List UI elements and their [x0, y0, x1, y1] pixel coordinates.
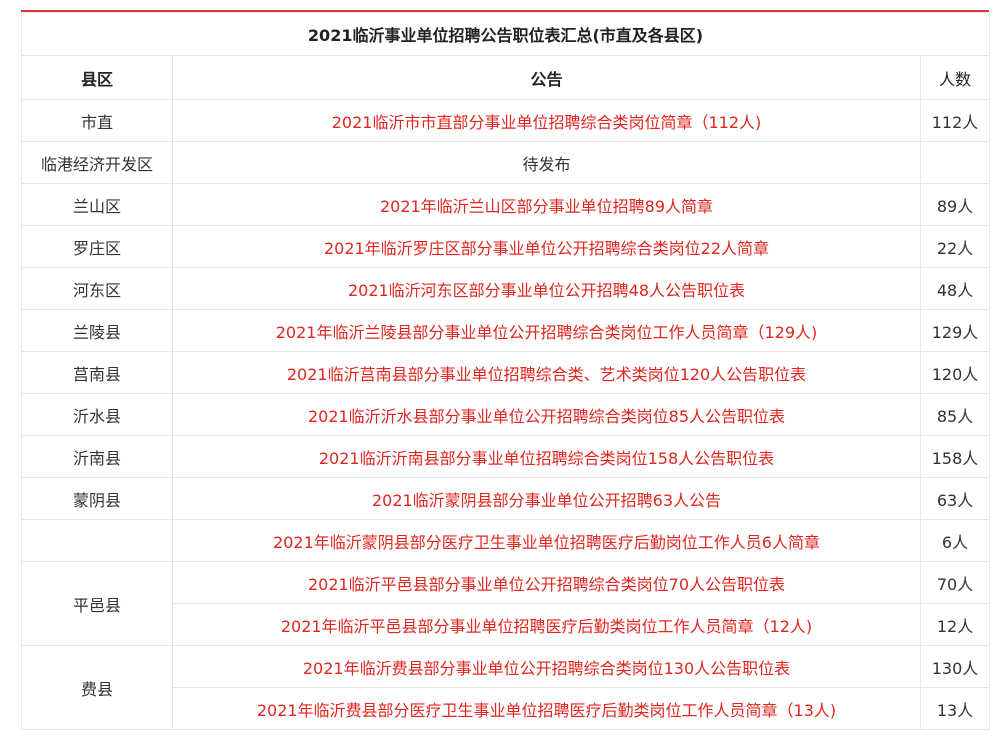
table-row: 河东区 2021临沂河东区部分事业单位公开招聘48人公告职位表 48人 [21, 267, 991, 310]
notice-cell: 2021年临沂兰山区部分事业单位招聘89人简章 [172, 183, 921, 226]
county-cell: 蒙阴县 [21, 477, 173, 520]
notice-cell: 待发布 [172, 141, 921, 184]
county-cell [21, 519, 173, 562]
count-cell: 6人 [919, 519, 991, 562]
table-row: 莒南县 2021临沂莒南县部分事业单位招聘综合类、艺术类岗位120人公告职位表 … [21, 351, 991, 394]
notice-link[interactable]: 2021临沂河东区部分事业单位公开招聘48人公告职位表 [348, 281, 745, 300]
notice-cell: 2021年临沂费县部分事业单位公开招聘综合类岗位130人公告职位表 [172, 645, 921, 688]
count-cell: 48人 [919, 267, 991, 310]
county-cell: 沂水县 [21, 393, 173, 436]
table-row: 平邑县 2021临沂平邑县部分事业单位公开招聘综合类岗位70人公告职位表 70人 [21, 561, 991, 646]
count-cell [919, 141, 991, 184]
notice-cell: 2021临沂平邑县部分事业单位公开招聘综合类岗位70人公告职位表 [172, 561, 921, 604]
table-row: 市直 2021临沂市市直部分事业单位招聘综合类岗位简章（112人) 112人 [21, 99, 991, 142]
count-cell: 89人 [919, 183, 991, 226]
table-title-row: 2021临沂事业单位招聘公告职位表汇总(市直及各县区) [20, 12, 991, 56]
notice-link[interactable]: 2021年临沂费县部分医疗卫生事业单位招聘医疗后勤类岗位工作人员简章（13人) [257, 701, 836, 720]
notice-cell: 2021临沂沂南县部分事业单位招聘综合类岗位158人公告职位表 [172, 435, 921, 478]
table-row: 兰山区 2021年临沂兰山区部分事业单位招聘89人简章 89人 [21, 183, 991, 226]
count-cell: 12人 [919, 603, 991, 646]
count-cell: 85人 [919, 393, 991, 436]
count-cell: 130人 [919, 645, 991, 688]
notice-link[interactable]: 2021年临沂费县部分事业单位公开招聘综合类岗位130人公告职位表 [303, 659, 790, 678]
county-cell: 兰陵县 [21, 309, 173, 352]
header-notice: 公告 [172, 55, 921, 100]
county-cell: 河东区 [21, 267, 173, 310]
notice-link[interactable]: 2021临沂沂水县部分事业单位公开招聘综合类岗位85人公告职位表 [308, 407, 785, 426]
table-header-row: 县区 公告 人数 [21, 55, 991, 100]
count-cell: 13人 [919, 687, 991, 730]
recruitment-summary-table: 2021临沂事业单位招聘公告职位表汇总(市直及各县区) 县区 公告 人数 市直 … [20, 12, 991, 730]
count-cell: 129人 [919, 309, 991, 352]
county-cell: 沂南县 [21, 435, 173, 478]
table-row: 沂南县 2021临沂沂南县部分事业单位招聘综合类岗位158人公告职位表 158人 [21, 435, 991, 478]
notice-link[interactable]: 2021年临沂平邑县部分事业单位招聘医疗后勤类岗位工作人员简章（12人) [281, 617, 812, 636]
count-cell: 22人 [919, 225, 991, 268]
county-cell: 市直 [21, 99, 173, 142]
table-row: 费县 2021年临沂费县部分事业单位公开招聘综合类岗位130人公告职位表 130… [21, 645, 991, 730]
notice-link[interactable]: 2021临沂蒙阴县部分事业单位公开招聘63人公告 [372, 491, 721, 510]
county-cell: 平邑县 [21, 561, 173, 646]
notice-cell: 2021年临沂兰陵县部分事业单位公开招聘综合类岗位工作人员简章（129人) [172, 309, 921, 352]
county-cell: 兰山区 [21, 183, 173, 226]
county-cell: 罗庄区 [21, 225, 173, 268]
notice-cell: 2021临沂莒南县部分事业单位招聘综合类、艺术类岗位120人公告职位表 [172, 351, 921, 394]
county-cell: 临港经济开发区 [21, 141, 173, 184]
notice-cell: 2021年临沂罗庄区部分事业单位公开招聘综合类岗位22人简章 [172, 225, 921, 268]
notice-link[interactable]: 2021年临沂罗庄区部分事业单位公开招聘综合类岗位22人简章 [324, 239, 769, 258]
notice-cell: 2021临沂沂水县部分事业单位公开招聘综合类岗位85人公告职位表 [172, 393, 921, 436]
table-row: 罗庄区 2021年临沂罗庄区部分事业单位公开招聘综合类岗位22人简章 22人 [21, 225, 991, 268]
table-row: 蒙阴县 2021临沂蒙阴县部分事业单位公开招聘63人公告 63人 [21, 477, 991, 520]
notice-link[interactable]: 2021临沂市市直部分事业单位招聘综合类岗位简章（112人) [332, 113, 762, 132]
table-title: 2021临沂事业单位招聘公告职位表汇总(市直及各县区) [20, 12, 991, 56]
count-cell: 112人 [919, 99, 991, 142]
county-cell: 莒南县 [21, 351, 173, 394]
notice-link[interactable]: 2021年临沂蒙阴县部分医疗卫生事业单位招聘医疗后勤岗位工作人员6人简章 [273, 533, 820, 552]
recruitment-summary-table-wrapper: 2021临沂事业单位招聘公告职位表汇总(市直及各县区) 县区 公告 人数 市直 … [20, 10, 991, 730]
header-count: 人数 [919, 55, 991, 100]
notice-cell: 2021年临沂蒙阴县部分医疗卫生事业单位招聘医疗后勤岗位工作人员6人简章 [172, 519, 921, 562]
table-row: 兰陵县 2021年临沂兰陵县部分事业单位公开招聘综合类岗位工作人员简章（129人… [21, 309, 991, 352]
notice-link[interactable]: 2021年临沂兰山区部分事业单位招聘89人简章 [380, 197, 713, 216]
notice-cell: 2021年临沂平邑县部分事业单位招聘医疗后勤类岗位工作人员简章（12人) [172, 603, 921, 646]
table-row: 2021年临沂蒙阴县部分医疗卫生事业单位招聘医疗后勤岗位工作人员6人简章 6人 [21, 519, 991, 562]
table-row: 临港经济开发区 待发布 [21, 141, 991, 184]
notice-cell: 2021临沂蒙阴县部分事业单位公开招聘63人公告 [172, 477, 921, 520]
notice-link[interactable]: 2021临沂莒南县部分事业单位招聘综合类、艺术类岗位120人公告职位表 [287, 365, 806, 384]
notice-link[interactable]: 2021临沂沂南县部分事业单位招聘综合类岗位158人公告职位表 [319, 449, 774, 468]
notice-cell: 2021临沂市市直部分事业单位招聘综合类岗位简章（112人) [172, 99, 921, 142]
notice-link[interactable]: 2021年临沂兰陵县部分事业单位公开招聘综合类岗位工作人员简章（129人) [276, 323, 818, 342]
header-county: 县区 [21, 55, 173, 100]
count-cell: 158人 [919, 435, 991, 478]
county-cell: 费县 [21, 645, 173, 730]
notice-cell: 2021年临沂费县部分医疗卫生事业单位招聘医疗后勤类岗位工作人员简章（13人) [172, 687, 921, 730]
table-row: 沂水县 2021临沂沂水县部分事业单位公开招聘综合类岗位85人公告职位表 85人 [21, 393, 991, 436]
count-cell: 120人 [919, 351, 991, 394]
count-cell: 70人 [919, 561, 991, 604]
count-cell: 63人 [919, 477, 991, 520]
notice-cell: 2021临沂河东区部分事业单位公开招聘48人公告职位表 [172, 267, 921, 310]
notice-link[interactable]: 2021临沂平邑县部分事业单位公开招聘综合类岗位70人公告职位表 [308, 575, 785, 594]
